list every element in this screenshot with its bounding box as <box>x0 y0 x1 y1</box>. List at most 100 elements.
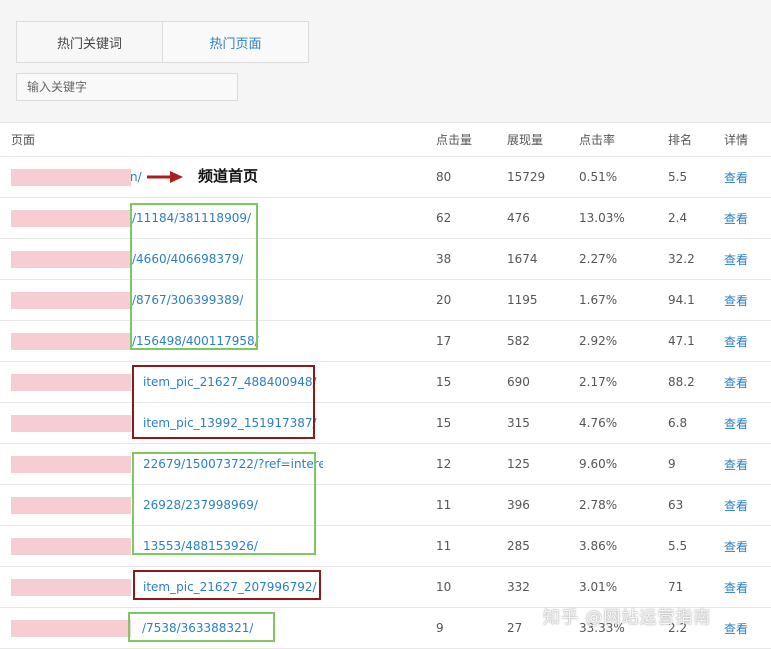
views-value: 690 <box>507 375 530 389</box>
table-row: /4660/406698379/38 1674 2.27% 32.2 查看 <box>0 239 771 280</box>
page-url-link[interactable]: item_pic_21627_488400948/ <box>143 362 317 402</box>
page-url-link[interactable]: /8767/306399389/ <box>132 280 243 320</box>
rank-value: 32.2 <box>668 252 695 266</box>
redacted-domain-mask <box>11 538 131 555</box>
header-detail: 详情 <box>724 133 749 147</box>
detail-cell: 查看 <box>724 362 748 402</box>
view-detail-link[interactable]: 查看 <box>724 415 748 432</box>
view-detail-link[interactable]: 查看 <box>724 333 748 350</box>
rank-value: 47.1 <box>668 334 695 348</box>
redacted-domain-mask <box>11 333 131 350</box>
tab-bar: 热门关键词 热门页面 <box>16 21 309 63</box>
rank-value: 5.5 <box>668 539 688 553</box>
page-url-cell: /4660/406698379/ <box>11 239 321 279</box>
page-url-link[interactable]: 22679/150073722/?ref=intere... <box>143 444 323 484</box>
redacted-domain-mask <box>11 456 131 473</box>
view-detail-link[interactable]: 查看 <box>724 497 748 514</box>
clicks-value: 17 <box>436 334 452 348</box>
table-row: 26928/237998969/11 396 2.78% 63 查看 <box>0 485 771 526</box>
page-url-link[interactable]: /7538/363388321/ <box>142 608 253 648</box>
views-value: 285 <box>507 539 530 553</box>
zhihu-watermark: 知乎 @网站运营指南 <box>543 608 712 628</box>
page-url-link[interactable]: /11184/381118909/ <box>132 198 251 238</box>
views-value: 1674 <box>507 252 538 266</box>
header-page: 页面 <box>11 133 36 147</box>
redacted-domain-mask <box>11 169 131 186</box>
redacted-domain-mask <box>11 251 131 268</box>
detail-cell: 查看 <box>724 485 748 525</box>
detail-cell: 查看 <box>724 567 748 607</box>
table-row: /11184/381118909/62 476 13.03% 2.4 查看 <box>0 198 771 239</box>
view-detail-link[interactable]: 查看 <box>724 374 748 391</box>
table-row: 22679/150073722/?ref=intere... 12 125 9.60%… <box>0 444 771 485</box>
views-value: 332 <box>507 580 530 594</box>
keyword-search-input[interactable] <box>16 73 238 101</box>
redacted-domain-mask <box>11 620 131 637</box>
page-url-cell: item_pic_21627_207996792/ <box>11 567 321 607</box>
header-views[interactable]: 展现量 <box>507 123 543 156</box>
view-detail-link[interactable]: 查看 <box>724 292 748 309</box>
rank-value: 63 <box>668 498 684 512</box>
header-ctr[interactable]: 点击率 <box>579 123 615 156</box>
clicks-value: 11 <box>436 498 452 512</box>
rank-value: 88.2 <box>668 375 695 389</box>
detail-cell: 查看 <box>724 321 748 361</box>
page-url-link[interactable]: n/ <box>130 157 142 197</box>
clicks-value: 62 <box>436 211 452 225</box>
page-url-cell: /8767/306399389/ <box>11 280 321 320</box>
ctr-value: 2.92% <box>579 334 618 348</box>
ctr-value: 9.60% <box>579 457 618 471</box>
header-rank[interactable]: 排名 <box>668 123 692 156</box>
table-header: 页面 点击量 展现量 点击率 排名 详情 <box>0 123 771 157</box>
annotation-channel-home: 频道首页 <box>198 167 259 185</box>
page-url-link[interactable]: 13553/488153926/ <box>143 526 258 566</box>
ctr-value: 2.17% <box>579 375 618 389</box>
page-url-link[interactable]: item_pic_21627_207996792/ <box>143 567 317 607</box>
table-row: item_pic_13992_151917387/15 315 4.76% 6.8 查看 <box>0 403 771 444</box>
table-row: item_pic_21627_488400948/15 690 2.17% 88.2 查… <box>0 362 771 403</box>
clicks-value: 11 <box>436 539 452 553</box>
page-url-cell: item_pic_13992_151917387/ <box>11 403 321 443</box>
page-url-link[interactable]: /156498/400117958/ <box>132 321 259 361</box>
tab-hot-keywords[interactable]: 热门关键词 <box>17 22 162 62</box>
page-url-cell: 13553/488153926/ <box>11 526 321 566</box>
rank-value: 5.5 <box>668 170 688 184</box>
ctr-value: 2.78% <box>579 498 618 512</box>
page-url-cell: /156498/400117958/ <box>11 321 321 361</box>
view-detail-link[interactable]: 查看 <box>724 210 748 227</box>
view-detail-link[interactable]: 查看 <box>724 169 748 186</box>
table-row: item_pic_21627_207996792/10 332 3.01% 71 查看 <box>0 567 771 608</box>
detail-cell: 查看 <box>724 239 748 279</box>
clicks-value: 15 <box>436 375 452 389</box>
ctr-value: 13.03% <box>579 211 625 225</box>
redacted-domain-mask <box>11 210 131 227</box>
detail-cell: 查看 <box>724 157 748 197</box>
clicks-value: 80 <box>436 170 452 184</box>
detail-cell: 查看 <box>724 198 748 238</box>
detail-cell: 查看 <box>724 280 748 320</box>
page-url-link[interactable]: /4660/406698379/ <box>132 239 243 279</box>
ctr-value: 3.01% <box>579 580 618 594</box>
view-detail-link[interactable]: 查看 <box>724 538 748 555</box>
views-value: 15729 <box>507 170 546 184</box>
view-detail-link[interactable]: 查看 <box>724 456 748 473</box>
table-row: 13553/488153926/11 285 3.86% 5.5 查看 <box>0 526 771 567</box>
page-url-cell: 22679/150073722/?ref=intere... <box>11 444 323 484</box>
views-value: 582 <box>507 334 530 348</box>
page-url-link[interactable]: 26928/237998969/ <box>143 485 258 525</box>
rank-value: 6.8 <box>668 416 688 430</box>
view-detail-link[interactable]: 查看 <box>724 620 748 637</box>
page-url-link[interactable]: item_pic_13992_151917387/ <box>143 403 317 443</box>
page-url-cell: item_pic_21627_488400948/ <box>11 362 321 402</box>
views-value: 396 <box>507 498 530 512</box>
view-detail-link[interactable]: 查看 <box>724 579 748 596</box>
views-value: 27 <box>507 621 523 635</box>
rank-value: 71 <box>668 580 684 594</box>
tab-hot-pages[interactable]: 热门页面 <box>162 22 308 62</box>
table-row: /156498/400117958/17 582 2.92% 47.1 查看 <box>0 321 771 362</box>
view-detail-link[interactable]: 查看 <box>724 251 748 268</box>
redacted-domain-mask <box>11 374 131 391</box>
table-row: /8767/306399389/20 1195 1.67% 94.1 查看 <box>0 280 771 321</box>
hot-pages-table: 页面 点击量 展现量 点击率 排名 详情 n/80 15729 0.51% 5.5 查看… <box>0 122 771 649</box>
header-clicks[interactable]: 点击量 <box>436 123 472 156</box>
